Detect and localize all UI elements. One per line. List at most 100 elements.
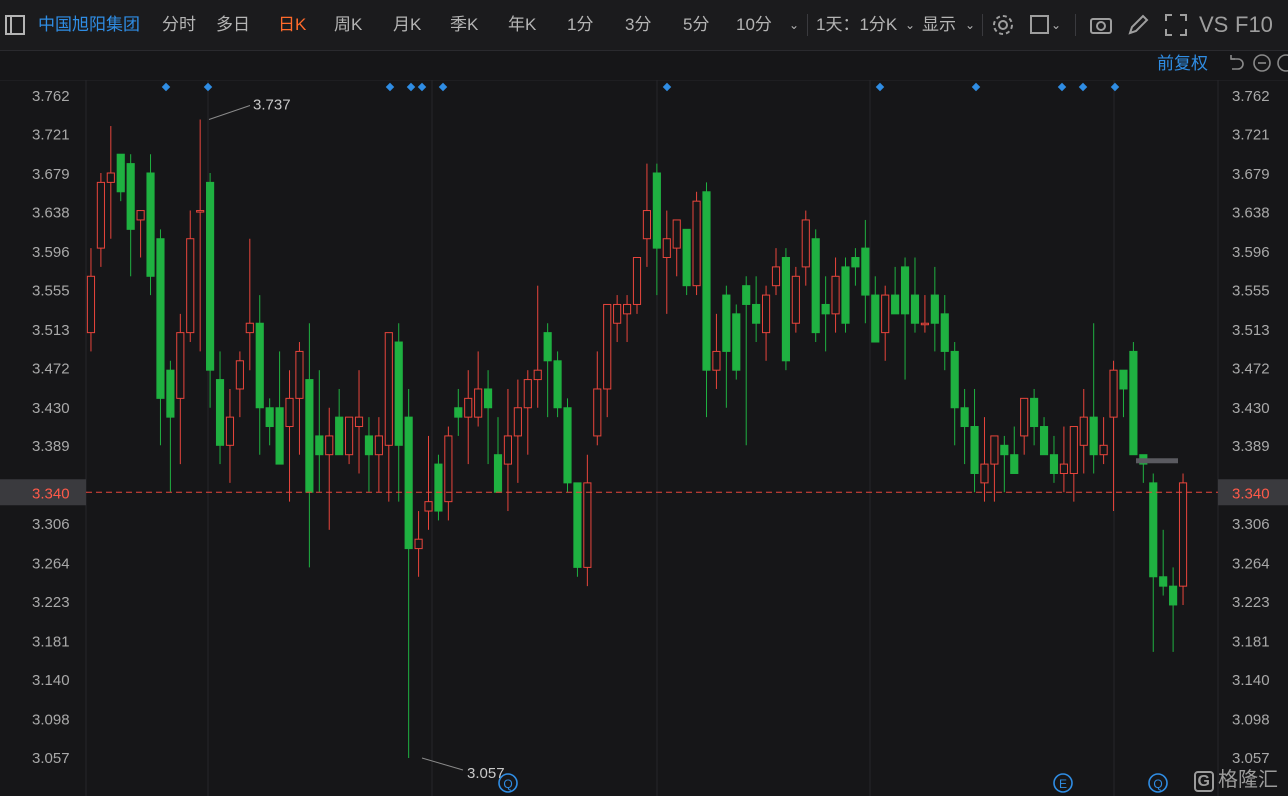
chevron-down-icon[interactable]: ⌄ <box>905 0 915 50</box>
candle-up <box>186 238 195 334</box>
price-tick-label: 3.389 <box>1232 438 1270 455</box>
price-tick-label: 3.140 <box>1232 672 1270 689</box>
chevron-down-icon[interactable]: ⌄ <box>789 0 799 50</box>
candle-up <box>245 322 254 334</box>
f10-button[interactable]: F10 <box>1235 0 1273 50</box>
price-tick-label: 3.140 <box>32 672 70 689</box>
candle-up <box>354 416 364 428</box>
candle-down <box>493 454 503 493</box>
period-selector[interactable]: 1天：1分K <box>816 0 897 50</box>
candle-up <box>1069 426 1078 474</box>
price-tick-label: 3.555 <box>32 282 70 299</box>
candle-down <box>1049 454 1059 474</box>
candle-up <box>464 397 473 418</box>
candle-up <box>622 303 632 315</box>
candle-down <box>543 332 552 362</box>
price-tick-label: 3.555 <box>1232 282 1270 299</box>
candlestick-chart[interactable]: 3.762 3.721 3.679 3.638 3.596 3.555 3.513 3.472… <box>0 80 1288 796</box>
candle-up <box>920 322 929 326</box>
candle-down <box>454 407 463 418</box>
zoom-out-icon[interactable] <box>1252 53 1272 73</box>
tab-niank[interactable]: 年K <box>508 0 536 50</box>
candle-up <box>533 369 542 381</box>
candle-down <box>116 153 125 193</box>
candle-down <box>563 407 572 484</box>
gear-icon[interactable] <box>990 12 1016 38</box>
sidebar-toggle-button[interactable] <box>4 0 26 50</box>
candle-up <box>603 303 612 390</box>
candle-down <box>682 228 691 287</box>
candle-up <box>583 482 592 568</box>
candle-up <box>831 275 840 315</box>
candle-down <box>910 294 920 324</box>
tab-5min[interactable]: 5分 <box>683 0 709 50</box>
adjust-price-selector[interactable]: 前复权 <box>1157 52 1208 76</box>
candle-up <box>225 416 235 446</box>
watermark-logo: G 格隆汇 <box>1193 763 1278 792</box>
candle-down <box>871 294 880 343</box>
candle-up <box>96 181 105 249</box>
candle-up <box>712 350 721 371</box>
candle-down <box>950 350 959 409</box>
candle-up <box>613 303 622 324</box>
candle-down <box>156 238 165 399</box>
pencil-icon[interactable] <box>1125 12 1151 38</box>
candle-up <box>672 219 681 249</box>
tab-duori[interactable]: 多日 <box>216 0 250 50</box>
candle-down <box>702 191 711 371</box>
zoom-in-icon[interactable] <box>1276 53 1288 73</box>
candle-down <box>1159 576 1168 587</box>
price-tick-label: 3.596 <box>1232 244 1270 261</box>
tab-jik[interactable]: 季K <box>450 0 478 50</box>
price-tick-label: 3.596 <box>32 244 70 261</box>
candle-down <box>573 482 582 568</box>
candle-down <box>404 416 413 550</box>
tab-10min[interactable]: 10分 <box>736 0 772 50</box>
tab-yuek[interactable]: 月K <box>393 0 421 50</box>
candle-up <box>513 407 522 437</box>
event-marker-label: Q <box>1153 777 1162 791</box>
candle-down <box>811 238 820 334</box>
chevron-down-icon[interactable]: ⌄ <box>1051 0 1061 50</box>
fullscreen-icon[interactable] <box>1163 12 1189 38</box>
candle-up <box>285 397 294 428</box>
price-tick-label: 3.306 <box>1232 516 1270 533</box>
tab-3min[interactable]: 3分 <box>625 0 651 50</box>
candle-down <box>275 407 284 465</box>
candle-down <box>305 379 314 493</box>
tab-rik[interactable]: 日K <box>278 0 306 50</box>
chart-toolbar: 中国旭阳集团 分时 多日 日K 周K 月K 季K 年K 1分 3分 5分 10分… <box>0 0 1288 51</box>
candle-down <box>752 303 761 324</box>
camera-icon[interactable] <box>1088 12 1114 38</box>
undo-icon[interactable] <box>1226 53 1246 73</box>
tab-fenshi[interactable]: 分时 <box>162 0 196 50</box>
candle-up <box>424 501 433 512</box>
candle-down <box>1030 397 1039 428</box>
tab-1min[interactable]: 1分 <box>567 0 593 50</box>
price-tick-label: 3.430 <box>32 400 70 417</box>
event-marker-label: E <box>1059 777 1067 791</box>
chevron-down-icon[interactable]: ⌄ <box>965 0 975 50</box>
price-tick-label: 3.430 <box>1232 400 1270 417</box>
candle-up <box>106 172 115 183</box>
candle-up <box>881 294 890 334</box>
candle-up <box>692 200 701 287</box>
candle-down <box>1089 416 1098 456</box>
candle-up <box>1059 463 1068 474</box>
price-tick-label: 3.057 <box>32 750 70 767</box>
candle-down <box>206 181 215 371</box>
display-menu[interactable]: 显示 <box>922 0 956 50</box>
candle-up <box>374 435 383 456</box>
price-tick-label: 3.264 <box>32 556 70 573</box>
tab-zhouk[interactable]: 周K <box>334 0 362 50</box>
candle-down <box>1039 426 1049 456</box>
candle-up <box>761 294 771 334</box>
candle-down <box>1010 454 1019 474</box>
divider <box>982 14 983 36</box>
price-tick-label: 3.762 <box>32 88 70 105</box>
candle-up <box>523 379 532 409</box>
candle-up <box>662 238 671 259</box>
candle-up <box>1178 482 1188 587</box>
stock-name[interactable]: 中国旭阳集团 <box>38 0 140 50</box>
vs-button[interactable]: VS <box>1199 0 1228 50</box>
